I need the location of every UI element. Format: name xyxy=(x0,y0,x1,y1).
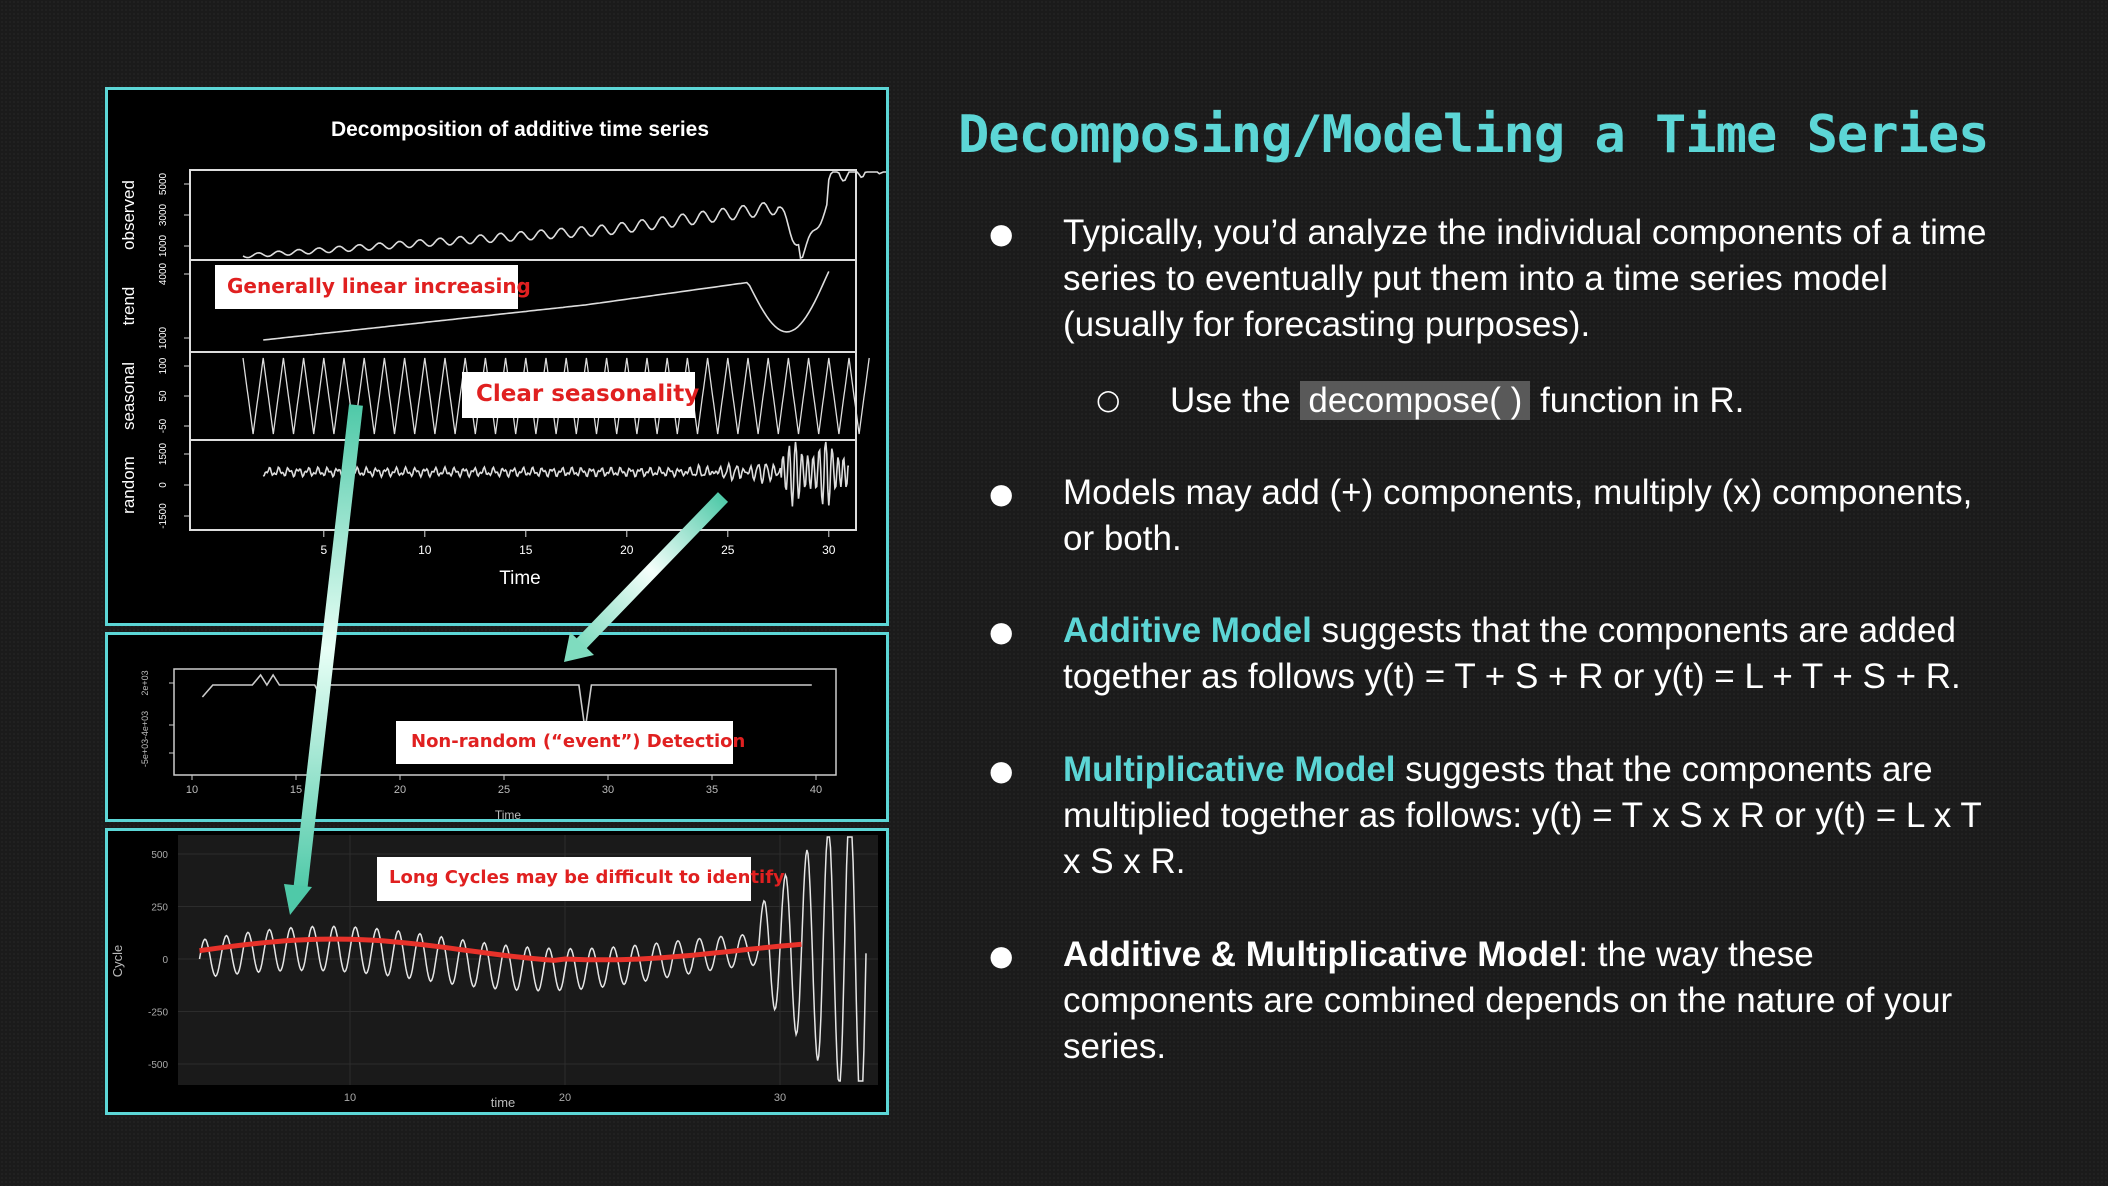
decompose-code: decompose( ) xyxy=(1300,381,1531,420)
bullet-glyph: ● xyxy=(989,939,1014,972)
sub-bullet-post: function in R. xyxy=(1530,381,1745,420)
arrow-to-event xyxy=(564,492,729,662)
additive-model-label: Additive Model xyxy=(1063,611,1312,650)
sub-bullet-glyph: ○ xyxy=(1096,383,1121,416)
bullet-text-2: Models may add (+) components, multiply … xyxy=(1063,473,1973,558)
bullet-text-3: Additive Model suggests that the compone… xyxy=(1063,608,2003,700)
bullet-glyph: ● xyxy=(989,615,1014,648)
arrow-to-cycles xyxy=(284,404,363,915)
sub-bullet-pre: Use the xyxy=(1170,381,1301,420)
bullet-glyph: ● xyxy=(989,477,1014,510)
bullet-text-5: Additive & Multiplicative Model: the way… xyxy=(1063,932,2003,1070)
bullet-glyph: ● xyxy=(989,754,1014,787)
bullet-text-1: Typically, you’d analyze the individual … xyxy=(1063,213,1987,344)
sub-bullet-text: Use the decompose( ) function in R. xyxy=(1170,378,2108,424)
bullet-glyph: ● xyxy=(989,217,1014,250)
multiplicative-model-label: Multiplicative Model xyxy=(1063,750,1396,789)
combined-model-label: Additive & Multiplicative Model xyxy=(1063,935,1579,974)
bullet-text-4: Multiplicative Model suggests that the c… xyxy=(1063,747,2003,885)
slide-title: Decomposing/Modeling a Time Series xyxy=(958,105,1989,165)
